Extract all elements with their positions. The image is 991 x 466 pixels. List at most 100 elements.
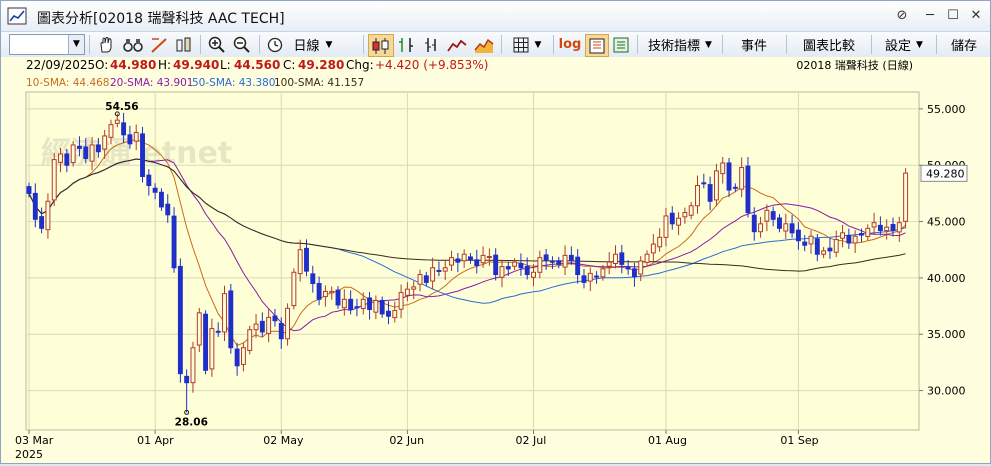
- candle-body: [95, 144, 101, 153]
- close-button[interactable]: ✕: [965, 6, 987, 26]
- candle-body: [329, 290, 335, 294]
- candle-body: [196, 312, 202, 346]
- clock-icon[interactable]: [265, 34, 285, 55]
- settings-dropdown[interactable]: 設定 ▼: [876, 34, 932, 55]
- candle-body: [45, 200, 51, 231]
- candle-body: [846, 235, 852, 244]
- candle-body: [713, 170, 719, 201]
- candle-body: [228, 290, 234, 349]
- candle-body: [203, 313, 209, 371]
- candle-body: [802, 241, 808, 246]
- chevron-down-icon[interactable]: ▼: [68, 35, 84, 54]
- candle-body: [581, 275, 587, 283]
- candle-body: [449, 257, 454, 266]
- candle-body: [379, 299, 385, 315]
- candle-body: [613, 253, 618, 264]
- candle-body: [884, 226, 890, 232]
- grid-dropdown[interactable]: ▼: [506, 34, 548, 55]
- draw-line-icon[interactable]: [148, 34, 170, 55]
- bar-chart-icon[interactable]: [395, 34, 417, 55]
- info-low: 44.560: [234, 58, 280, 72]
- candle-body: [70, 144, 76, 164]
- candle-body: [322, 290, 328, 298]
- candle-body: [795, 229, 801, 242]
- indicators-label: 技術指標: [648, 39, 701, 54]
- candle-body: [524, 265, 530, 276]
- candle-body: [625, 266, 631, 270]
- candle-body: [39, 216, 45, 229]
- attach-icon[interactable]: ⊘: [891, 6, 913, 26]
- candle-body: [745, 165, 751, 214]
- symbol-label: 02018 瑞聲科技 (日線): [796, 58, 913, 72]
- candle-body: [386, 310, 391, 317]
- data-table-icon[interactable]: [585, 34, 609, 57]
- chart-area: 22/09/2025 O: 44.980 H: 49.940 L: 44.560…: [1, 57, 990, 463]
- compare-button[interactable]: 圖表比較: [791, 34, 867, 55]
- candle-body: [619, 252, 625, 265]
- toolbar-divider: [786, 35, 787, 54]
- hand-icon[interactable]: [96, 34, 116, 55]
- candle-body: [247, 329, 253, 351]
- x-tick-label: 02 Jun: [389, 434, 424, 447]
- candle-body: [758, 223, 764, 233]
- minimize-button[interactable]: ─: [919, 6, 941, 26]
- candle-body: [852, 235, 858, 244]
- candle-body: [606, 261, 612, 267]
- info-high-label: H:: [158, 58, 171, 72]
- price-chart[interactable]: 22/09/2025 O: 44.980 H: 49.940 L: 44.560…: [1, 57, 990, 463]
- candle-body: [58, 153, 63, 163]
- candle-body: [865, 227, 871, 237]
- area-chart-icon[interactable]: [472, 34, 496, 55]
- period-dropdown[interactable]: 日線 ▼: [288, 34, 338, 55]
- candlestick-chart-icon[interactable]: [368, 34, 394, 57]
- ohlc-chart-icon[interactable]: [420, 34, 442, 55]
- candle-body: [266, 316, 272, 334]
- candle-body: [373, 299, 379, 313]
- candle-body: [543, 254, 549, 261]
- candle-body: [272, 315, 278, 322]
- symbol-combo[interactable]: ▼: [9, 34, 85, 55]
- compare-bars-icon[interactable]: [173, 34, 195, 55]
- log-scale-button[interactable]: log: [558, 34, 582, 55]
- candle-body: [127, 134, 133, 145]
- maximize-button[interactable]: ☐: [942, 6, 964, 26]
- info-high: 49.940: [173, 58, 219, 72]
- y-tick-label: 35.000: [927, 328, 966, 341]
- y-tick-label: 55.000: [927, 103, 966, 116]
- toolbar-divider: [259, 35, 260, 54]
- y-tick-label: 40.000: [927, 272, 966, 285]
- candle-body: [877, 224, 883, 232]
- info-chg-label: Chg:: [346, 58, 374, 72]
- x-tick-label: 02 May: [263, 434, 304, 447]
- candle-body: [827, 247, 833, 252]
- chevron-down-icon: ▼: [325, 39, 333, 50]
- candle-body: [190, 347, 196, 384]
- chevron-down-icon: ▼: [916, 39, 923, 50]
- candle-body: [417, 274, 423, 285]
- toolbar-divider: [637, 35, 638, 54]
- save-button[interactable]: 儲存: [941, 34, 987, 55]
- candle-body: [335, 289, 341, 306]
- export-sheet-icon[interactable]: [610, 34, 632, 55]
- line-chart-icon[interactable]: [445, 34, 469, 55]
- grid-icon: [513, 37, 529, 52]
- zoom-in-icon[interactable]: [206, 34, 228, 55]
- candle-body: [240, 347, 246, 365]
- candle-body: [650, 243, 656, 254]
- y-tick-label: 30.000: [927, 385, 966, 398]
- low-marker-label: 28.06: [175, 416, 208, 428]
- binoculars-icon[interactable]: [121, 34, 145, 55]
- candle-body: [215, 330, 221, 333]
- events-button[interactable]: 事件: [727, 34, 781, 55]
- candle-body: [808, 235, 814, 245]
- candle-body: [770, 211, 776, 220]
- candle-body: [789, 223, 795, 234]
- candle-body: [146, 174, 152, 187]
- indicators-dropdown[interactable]: 技術指標 ▼: [642, 34, 718, 55]
- candle-body: [594, 275, 600, 278]
- candle-body: [859, 233, 864, 236]
- zoom-out-icon[interactable]: [231, 34, 253, 55]
- candle-body: [184, 375, 190, 384]
- chevron-down-icon: ▼: [534, 39, 542, 50]
- candle-body: [360, 298, 366, 310]
